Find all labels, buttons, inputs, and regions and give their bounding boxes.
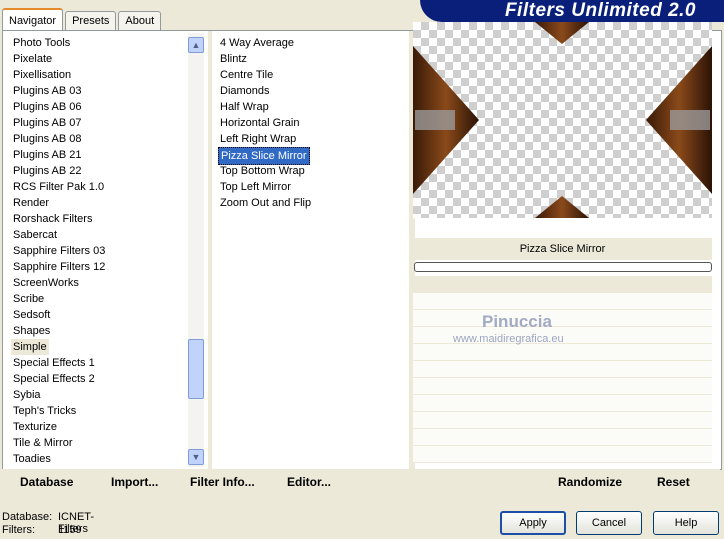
- category-item[interactable]: Simple: [11, 339, 183, 355]
- reset-button[interactable]: Reset: [657, 475, 690, 489]
- filter-item[interactable]: Top Left Mirror: [220, 179, 410, 195]
- category-item[interactable]: Tile & Mirror: [13, 435, 183, 451]
- category-item[interactable]: Sabercat: [13, 227, 183, 243]
- filter-item[interactable]: 4 Way Average: [220, 35, 410, 51]
- database-info: Database: ICNET-Filters: [2, 511, 95, 535]
- brand-banner: Filters Unlimited 2.0: [420, 0, 724, 22]
- filter-item[interactable]: Pizza Slice Mirror: [218, 147, 410, 165]
- category-item[interactable]: Render: [13, 195, 183, 211]
- filter-item[interactable]: Centre Tile: [220, 67, 410, 83]
- filter-item[interactable]: Horizontal Grain: [220, 115, 410, 131]
- scroll-thumb[interactable]: [188, 339, 204, 399]
- category-item[interactable]: ScreenWorks: [13, 275, 183, 291]
- preview-filter-name: Pizza Slice Mirror: [413, 238, 712, 260]
- brand-title: Filters Unlimited 2.0: [504, 0, 696, 21]
- pizza-slice-preview: [413, 22, 712, 218]
- category-item[interactable]: Sedsoft: [13, 307, 183, 323]
- filter-item[interactable]: Half Wrap: [220, 99, 410, 115]
- category-item[interactable]: Pixellisation: [13, 67, 183, 83]
- category-item[interactable]: Plugins AB 08: [13, 131, 183, 147]
- help-button[interactable]: Help: [653, 511, 719, 535]
- filter-item[interactable]: Top Bottom Wrap: [220, 163, 410, 179]
- category-item[interactable]: Special Effects 1: [13, 355, 183, 371]
- parameter-rows: [413, 276, 712, 463]
- category-list[interactable]: Photo Tools Pixelate Pixellisation Plugins …: [11, 35, 183, 467]
- category-item[interactable]: Sapphire Filters 12: [13, 259, 183, 275]
- divider: [208, 31, 212, 469]
- import-button[interactable]: Import...: [111, 475, 158, 489]
- filter-item[interactable]: Left Right Wrap: [220, 131, 410, 147]
- category-item[interactable]: Sapphire Filters 03: [13, 243, 183, 259]
- cancel-button[interactable]: Cancel: [576, 511, 642, 535]
- editor-button[interactable]: Editor...: [287, 475, 331, 489]
- category-item[interactable]: Plugins AB 06: [13, 99, 183, 115]
- preview-image: [413, 22, 712, 218]
- filter-item[interactable]: Blintz: [220, 51, 410, 67]
- category-item[interactable]: Special Effects 2: [13, 371, 183, 387]
- filters-count-value: 1159: [58, 524, 82, 536]
- tab-about[interactable]: About: [118, 11, 162, 30]
- scroll-up-icon[interactable]: ▲: [188, 37, 204, 53]
- category-scrollbar[interactable]: ▲ ▼: [188, 33, 204, 467]
- watermark-name: Pinuccia: [482, 312, 552, 331]
- category-item[interactable]: Shapes: [13, 323, 183, 339]
- tab-strip: Navigator Presets About: [2, 6, 163, 31]
- database-button[interactable]: Database: [20, 475, 73, 489]
- category-item[interactable]: Plugins AB 21: [13, 147, 183, 163]
- category-item[interactable]: Plugins AB 22: [13, 163, 183, 179]
- randomize-button[interactable]: Randomize: [558, 475, 622, 489]
- category-item[interactable]: Plugins AB 03: [13, 83, 183, 99]
- category-item[interactable]: Pixelate: [13, 51, 183, 67]
- category-item[interactable]: Sybia: [13, 387, 183, 403]
- filter-list[interactable]: 4 Way Average Blintz Centre Tile Diamonds Ha…: [218, 35, 410, 211]
- category-item[interactable]: Rorshack Filters: [13, 211, 183, 227]
- tab-navigator[interactable]: Navigator: [2, 8, 64, 31]
- watermark-url: www.maidiregrafica.eu: [453, 333, 564, 345]
- filter-item[interactable]: Zoom Out and Flip: [220, 195, 410, 211]
- category-item[interactable]: Toadies: [13, 451, 183, 467]
- progress-bar: [414, 262, 712, 272]
- filters-count-info: Filters: 1159: [2, 524, 82, 536]
- category-item[interactable]: Texturize: [13, 419, 183, 435]
- category-item[interactable]: Plugins AB 07: [13, 115, 183, 131]
- scroll-down-icon[interactable]: ▼: [188, 449, 204, 465]
- apply-button[interactable]: Apply: [500, 511, 566, 535]
- category-item[interactable]: RCS Filter Pak 1.0: [13, 179, 183, 195]
- category-item[interactable]: Scribe: [13, 291, 183, 307]
- filter-info-button[interactable]: Filter Info...: [190, 475, 255, 489]
- category-item[interactable]: Photo Tools: [13, 35, 183, 51]
- tab-presets[interactable]: Presets: [65, 11, 117, 30]
- filter-item[interactable]: Diamonds: [220, 83, 410, 99]
- category-item[interactable]: Teph's Tricks: [13, 403, 183, 419]
